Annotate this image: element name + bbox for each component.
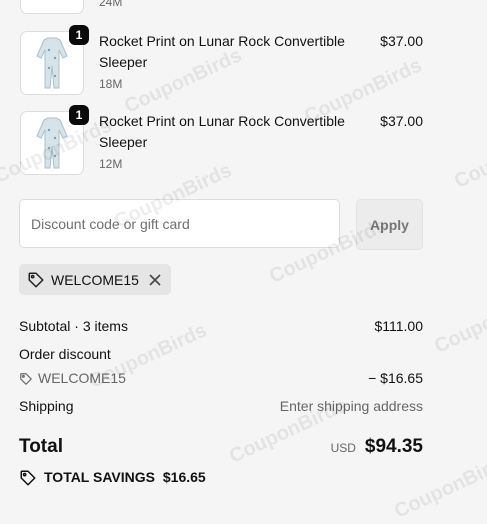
total-row: Total USD $94.35 [19,436,423,462]
watermark-text: CouponBirds [431,284,487,358]
discount-value: − $16.65 [368,370,423,386]
item-name: Rocket Print on Lunar Rock Convertible S… [99,33,345,70]
total-savings-row: TOTAL SAVINGS $16.65 [19,469,423,487]
savings-label: TOTAL SAVINGS [44,469,155,485]
order-discount-label-row: Order discount [19,346,423,362]
total-amount-group: USD $94.35 [331,436,423,458]
remove-discount-close-icon[interactable] [148,273,162,287]
discount-code-input[interactable] [19,199,340,248]
subtotal-label: Subtotal · 3 items [19,318,128,334]
tag-icon [27,271,45,289]
order-discount-row: WELCOME15 − $16.65 [19,370,423,386]
line-item: 1 Rocket Print on Lunar Rock Convertible… [20,25,424,95]
order-discount-label: Order discount [19,346,111,362]
shipping-row: Shipping Enter shipping address [19,398,423,414]
shipping-value: Enter shipping address [279,398,423,414]
item-variant: 24M [99,0,123,9]
total-value: $94.35 [364,436,423,457]
product-thumbnail [20,0,84,14]
item-name: Rocket Print on Lunar Rock Convertible S… [99,113,345,150]
apply-button[interactable]: Apply [356,199,423,250]
applied-discount-tag: WELCOME15 [19,264,171,295]
discount-code-label: WELCOME15 [38,370,126,386]
item-price: $37.00 [380,33,423,49]
watermark-text: CouponBirds [451,119,487,193]
item-price: $37.00 [380,113,423,129]
quantity-badge: 1 [69,25,89,45]
applied-discount-label: WELCOME15 [51,271,139,288]
quantity-badge: 1 [69,105,89,125]
savings-value: $16.65 [162,469,206,485]
shipping-label: Shipping [19,398,74,414]
currency-label: USD [330,441,356,455]
subtotal-value: $111.00 [374,318,423,334]
item-variant: 12M [99,157,123,171]
line-item: 1 Rocket Print on Lunar Rock Convertible… [20,105,424,175]
total-label: Total [19,436,63,457]
savings-tag-icon [19,469,37,487]
discount-tag-icon [19,372,33,386]
item-variant: 18M [99,77,123,91]
subtotal-row: Subtotal · 3 items $111.00 [19,318,423,334]
